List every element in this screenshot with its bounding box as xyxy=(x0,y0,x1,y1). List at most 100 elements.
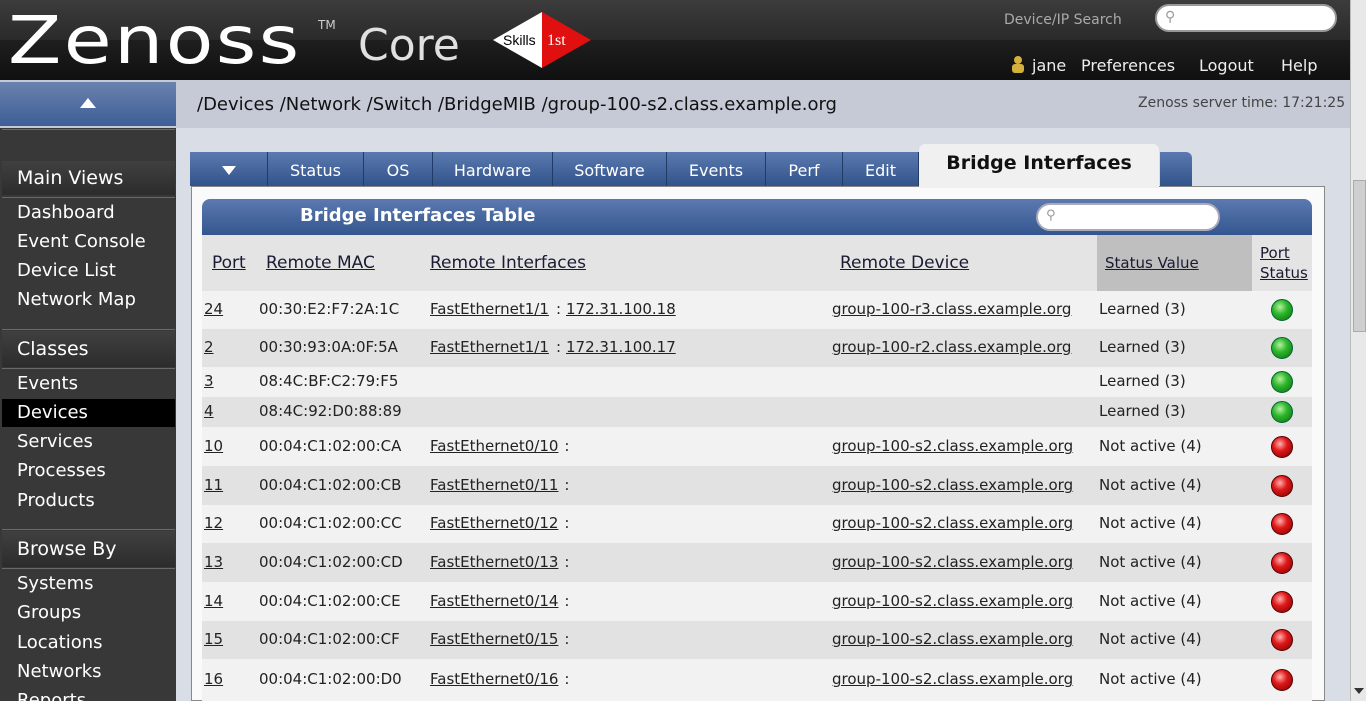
tab-menu-button[interactable] xyxy=(190,152,268,186)
remote-interface-link[interactable]: FastEthernet1/1 xyxy=(430,338,549,356)
col-port-status-line1[interactable]: Port xyxy=(1260,244,1290,262)
remote-device-link[interactable]: group-100-r3.class.example.org xyxy=(832,300,1071,318)
server-time: Zenoss server time: 17:21:25 xyxy=(1138,95,1346,111)
zenoss-logo[interactable]: Zenoss xyxy=(8,8,302,74)
tab-os[interactable]: OS xyxy=(364,152,433,186)
remote-ip-link[interactable]: 172.31.100.18 xyxy=(566,300,676,318)
port-link[interactable]: 4 xyxy=(204,402,214,420)
port-link[interactable]: 24 xyxy=(204,300,223,318)
table-row: 3 08:4C:BF:C2:79:F5 Learned (3) xyxy=(202,367,1312,397)
col-remote-interfaces[interactable]: Remote Interfaces xyxy=(430,253,586,273)
col-remote-mac[interactable]: Remote MAC xyxy=(266,253,375,273)
sidebar-item-reports[interactable]: Reports xyxy=(2,687,175,715)
port-link[interactable]: 14 xyxy=(204,592,223,610)
port-link[interactable]: 10 xyxy=(204,437,223,455)
sidebar-item-systems[interactable]: Systems xyxy=(2,570,175,598)
badge-left-text: Skills xyxy=(503,32,536,48)
remote-interface-link[interactable]: FastEthernet0/14 xyxy=(430,592,558,610)
sidebar-heading-browse-by: Browse By xyxy=(2,531,175,567)
help-link[interactable]: Help xyxy=(1281,56,1317,75)
sidebar-item-networks[interactable]: Networks xyxy=(2,658,175,686)
table-row: 11 00:04:C1:02:00:CB FastEthernet0/11: grou… xyxy=(202,466,1312,505)
port-link[interactable]: 15 xyxy=(204,630,223,648)
col-port[interactable]: Port xyxy=(212,253,246,273)
sidebar-item-event-console[interactable]: Event Console xyxy=(2,228,175,256)
remote-interface-link[interactable]: FastEthernet1/1 xyxy=(430,300,549,318)
port-link[interactable]: 13 xyxy=(204,553,223,571)
remote-device-link[interactable]: group-100-r2.class.example.org xyxy=(832,338,1071,356)
status-dot-icon xyxy=(1271,669,1293,691)
device-search-input[interactable]: ⚲ xyxy=(1155,4,1337,32)
remote-device-link[interactable]: group-100-s2.class.example.org xyxy=(832,592,1073,610)
remote-ip-link[interactable]: 172.31.100.17 xyxy=(566,338,676,356)
tab-hardware[interactable]: Hardware xyxy=(433,152,553,186)
table-row: 16 00:04:C1:02:00:D0 FastEthernet0/16: grou… xyxy=(202,659,1312,701)
sidebar-item-locations[interactable]: Locations xyxy=(2,629,175,657)
tab-status[interactable]: Status xyxy=(268,152,364,186)
interface-separator: : xyxy=(564,514,570,532)
remote-mac: 00:30:93:0A:0F:5A xyxy=(259,338,398,356)
col-remote-device[interactable]: Remote Device xyxy=(840,253,969,273)
remote-device-link[interactable]: group-100-s2.class.example.org xyxy=(832,476,1073,494)
sidebar-item-products[interactable]: Products xyxy=(2,487,175,515)
tab-bridge-interfaces[interactable]: Bridge Interfaces xyxy=(919,144,1159,188)
remote-device-link[interactable]: group-100-s2.class.example.org xyxy=(832,514,1073,532)
user-name[interactable]: jane xyxy=(1032,56,1066,75)
scrollbar[interactable] xyxy=(1350,0,1366,701)
table-row: 10 00:04:C1:02:00:CA FastEthernet0/10: grou… xyxy=(202,427,1312,466)
interface-separator: : xyxy=(564,553,570,571)
port-link[interactable]: 2 xyxy=(204,338,214,356)
status-dot-icon xyxy=(1271,337,1293,359)
port-link[interactable]: 12 xyxy=(204,514,223,532)
remote-mac: 00:04:C1:02:00:CF xyxy=(259,630,400,648)
tab-perf[interactable]: Perf xyxy=(766,152,843,186)
status-value: Not active (4) xyxy=(1099,630,1202,648)
tab-software[interactable]: Software xyxy=(553,152,667,186)
sidebar-item-devices[interactable]: Devices xyxy=(2,399,175,427)
status-value: Not active (4) xyxy=(1099,553,1202,571)
remote-device-link[interactable]: group-100-s2.class.example.org xyxy=(832,437,1073,455)
status-value: Not active (4) xyxy=(1099,514,1202,532)
remote-mac: 08:4C:BF:C2:79:F5 xyxy=(259,372,399,390)
sidebar-item-services[interactable]: Services xyxy=(2,428,175,456)
port-link[interactable]: 11 xyxy=(204,476,223,494)
remote-interface-link[interactable]: FastEthernet0/12 xyxy=(430,514,558,532)
sidebar-item-dashboard[interactable]: Dashboard xyxy=(2,199,175,227)
col-port-status-line2[interactable]: Status xyxy=(1260,264,1308,282)
status-dot-icon xyxy=(1271,591,1293,613)
scroll-down-icon[interactable] xyxy=(1354,688,1364,694)
remote-interface-link[interactable]: FastEthernet0/11 xyxy=(430,476,558,494)
status-value: Learned (3) xyxy=(1099,300,1186,318)
sidebar-item-processes[interactable]: Processes xyxy=(2,457,175,485)
col-status-value[interactable]: Status Value xyxy=(1105,254,1199,272)
table-filter-input[interactable]: ⚲ xyxy=(1036,203,1220,231)
table-row: 13 00:04:C1:02:00:CD FastEthernet0/13: grou… xyxy=(202,543,1312,582)
interface-separator: : xyxy=(564,476,570,494)
preferences-link[interactable]: Preferences xyxy=(1081,56,1175,75)
tab-edit[interactable]: Edit xyxy=(843,152,919,186)
status-dot-icon xyxy=(1271,371,1293,393)
remote-interface-link[interactable]: FastEthernet0/10 xyxy=(430,437,558,455)
sidebar-item-device-list[interactable]: Device List xyxy=(2,257,175,285)
port-link[interactable]: 3 xyxy=(204,372,214,390)
table-row: 14 00:04:C1:02:00:CE FastEthernet0/14: grou… xyxy=(202,582,1312,621)
tab-events[interactable]: Events xyxy=(667,152,766,186)
remote-interface-link[interactable]: FastEthernet0/13 xyxy=(430,553,558,571)
collapse-up-icon xyxy=(80,98,96,108)
remote-device-link[interactable]: group-100-s2.class.example.org xyxy=(832,670,1073,688)
logout-link[interactable]: Logout xyxy=(1199,56,1254,75)
sidebar-item-groups[interactable]: Groups xyxy=(2,599,175,627)
table-title: Bridge Interfaces Table xyxy=(300,205,536,226)
remote-device-link[interactable]: group-100-s2.class.example.org xyxy=(832,630,1073,648)
sidebar-divider xyxy=(2,329,175,330)
sidebar-item-events[interactable]: Events xyxy=(2,370,175,398)
breadcrumb[interactable]: /Devices /Network /Switch /BridgeMIB /gr… xyxy=(197,94,837,115)
sidebar-item-network-map[interactable]: Network Map xyxy=(2,286,175,314)
port-link[interactable]: 16 xyxy=(204,670,223,688)
collapse-button[interactable] xyxy=(0,82,176,126)
remote-interface-link[interactable]: FastEthernet0/16 xyxy=(430,670,558,688)
scrollbar-thumb[interactable] xyxy=(1353,180,1366,332)
remote-device-link[interactable]: group-100-s2.class.example.org xyxy=(832,553,1073,571)
badge-right-text: 1st xyxy=(547,32,566,49)
remote-interface-link[interactable]: FastEthernet0/15 xyxy=(430,630,558,648)
